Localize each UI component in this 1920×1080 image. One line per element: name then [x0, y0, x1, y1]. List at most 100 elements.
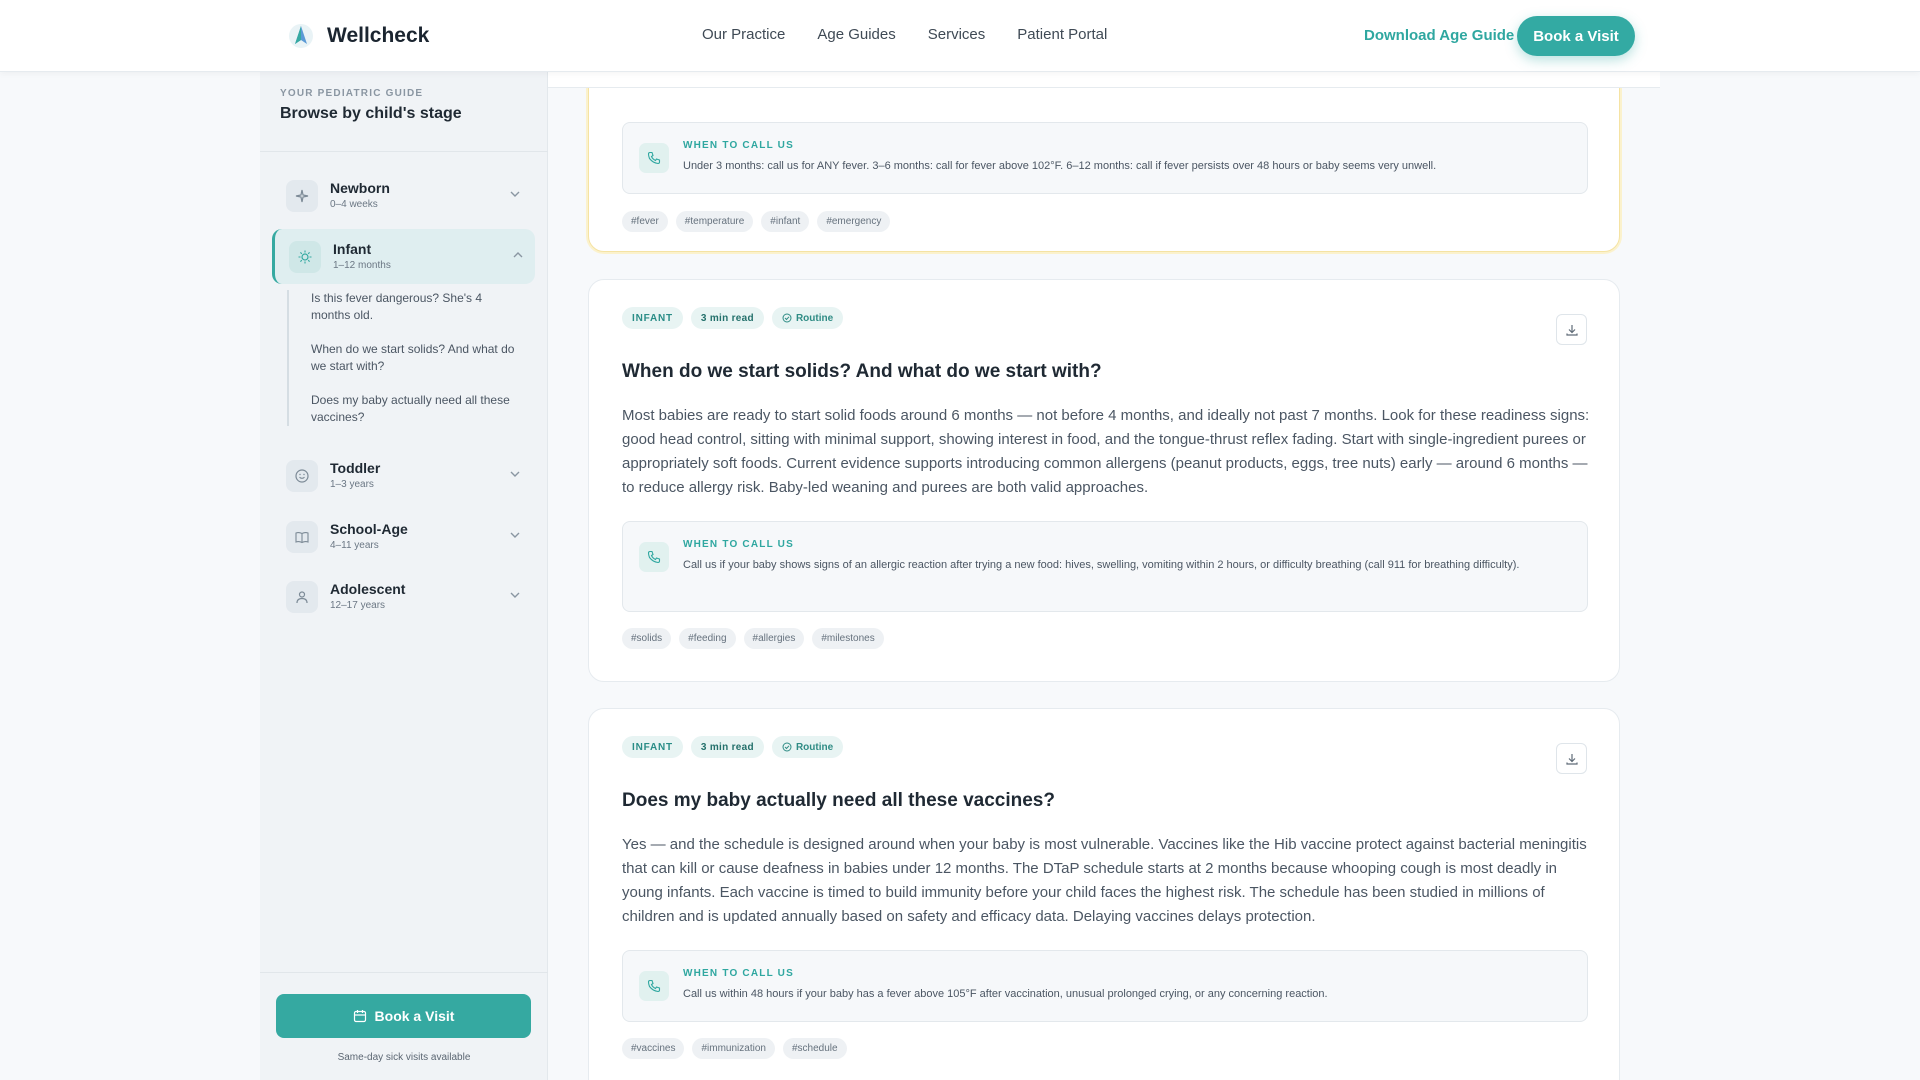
person-icon	[286, 581, 318, 613]
call-text: Call us within 48 hours if your baby has…	[683, 988, 1328, 1000]
logo-icon	[289, 24, 313, 48]
hashtag[interactable]: #temperature	[675, 211, 754, 232]
status-label: Routine	[795, 312, 834, 324]
hashtag[interactable]: #vaccines	[622, 1038, 685, 1059]
call-text: Call us if your baby shows signs of an a…	[683, 559, 1520, 571]
status-badge: Routine	[771, 736, 844, 758]
phone-icon	[639, 143, 669, 173]
check-circle-icon	[782, 742, 792, 752]
chevron-up-icon	[513, 252, 523, 258]
top-navigation-bar: Wellcheck Our Practice Age Guides Servic…	[0, 0, 1920, 72]
stage-name: Adolescent	[330, 581, 406, 597]
faq-card-vaccines: INFANT 3 min read Routine Does my baby a…	[588, 708, 1620, 1080]
chevron-down-icon	[510, 592, 520, 598]
stage-range: 1–3 years	[330, 479, 374, 490]
hashtag[interactable]: #milestones	[812, 628, 884, 649]
question-link-solids[interactable]: When do we start solids? And what do we …	[289, 341, 519, 375]
sparkle-icon	[286, 180, 318, 212]
infant-question-list: Is this fever dangerous? She's 4 months …	[287, 290, 517, 426]
hashtag[interactable]: #emergency	[817, 211, 891, 232]
stage-range: 1–12 months	[333, 260, 391, 271]
faq-card-solids: INFANT 3 min read Routine When do we sta…	[588, 279, 1620, 682]
call-label: WHEN TO CALL US	[683, 539, 794, 550]
phone-icon	[639, 542, 669, 572]
when-to-call-box: WHEN TO CALL US Call us within 48 hours …	[622, 950, 1588, 1022]
card-body: Most babies are ready to start solid foo…	[622, 407, 1590, 496]
stage-badge: INFANT	[622, 736, 683, 758]
nav-services[interactable]: Services	[928, 26, 986, 43]
read-time-badge: 3 min read	[690, 307, 764, 329]
stage-range: 4–11 years	[330, 540, 379, 551]
download-icon	[1565, 324, 1578, 336]
read-time-badge: 3 min read	[690, 736, 764, 758]
stage-range: 12–17 years	[330, 600, 386, 611]
chevron-down-icon	[510, 471, 520, 477]
stage-newborn[interactable]: Newborn 0–4 weeks	[272, 168, 535, 223]
stage-adolescent[interactable]: Adolescent 12–17 years	[272, 569, 535, 624]
check-circle-icon	[782, 313, 792, 323]
when-to-call-box: WHEN TO CALL US Call us if your baby sho…	[622, 521, 1588, 612]
card-title: Does my baby actually need all these vac…	[622, 790, 1055, 811]
download-button[interactable]	[1556, 314, 1587, 345]
stage-name: Toddler	[330, 460, 381, 476]
phone-icon	[639, 971, 669, 1001]
download-button[interactable]	[1556, 743, 1587, 774]
chevron-down-icon	[510, 532, 520, 538]
card-body: Yes — and the schedule is designed aroun…	[622, 836, 1587, 925]
hashtag[interactable]: #fever	[622, 211, 668, 232]
card-meta: INFANT 3 min read Routine	[622, 736, 844, 758]
when-to-call-box: WHEN TO CALL US Under 3 months: call us …	[622, 122, 1588, 194]
hashtag[interactable]: #feeding	[679, 628, 736, 649]
call-label: WHEN TO CALL US	[683, 140, 794, 151]
stage-infant[interactable]: Infant 1–12 months	[272, 229, 535, 284]
hashtag-list: #solids #feeding #allergies #milestones	[622, 628, 884, 649]
stage-name: Newborn	[330, 180, 390, 196]
question-link-vaccines[interactable]: Does my baby actually need all these vac…	[289, 392, 519, 426]
stage-range: 0–4 weeks	[330, 199, 378, 210]
sidebar-eyebrow: YOUR PEDIATRIC GUIDE	[280, 88, 424, 99]
hashtag[interactable]: #immunization	[692, 1038, 775, 1059]
stage-name: Infant	[333, 241, 372, 257]
status-badge: Routine	[771, 307, 844, 329]
stage-name: School-Age	[330, 521, 408, 537]
card-meta: INFANT 3 min read Routine	[622, 307, 844, 329]
stage-badge: INFANT	[622, 307, 683, 329]
sun-icon	[289, 241, 321, 273]
stage-toddler[interactable]: Toddler 1–3 years	[272, 448, 535, 503]
same-day-note: Same-day sick visits available	[337, 1052, 471, 1063]
card-title: When do we start solids? And what do we …	[622, 361, 1102, 382]
sidebar-title: Browse by child's stage	[280, 105, 462, 122]
call-text: Under 3 months: call us for ANY fever. 3…	[683, 160, 1437, 172]
nav-our-practice[interactable]: Our Practice	[702, 26, 785, 43]
calendar-icon	[353, 1010, 366, 1023]
nav-patient-portal[interactable]: Patient Portal	[1017, 26, 1107, 43]
main-nav: Our Practice Age Guides Services Patient…	[702, 26, 1107, 43]
sidebar: YOUR PEDIATRIC GUIDE Browse by child's s…	[260, 72, 548, 1080]
faq-card-fever: WHEN TO CALL US Under 3 months: call us …	[588, 72, 1620, 252]
hashtag-list: #fever #temperature #infant #emergency	[622, 211, 891, 232]
sidebar-book-visit-button[interactable]: Book a Visit	[276, 994, 531, 1038]
sidebar-header: YOUR PEDIATRIC GUIDE Browse by child's s…	[280, 88, 462, 123]
smile-icon	[286, 460, 318, 492]
hashtag-list: #vaccines #immunization #schedule	[622, 1038, 847, 1059]
chevron-down-icon	[510, 191, 520, 197]
book-visit-label: Book a Visit	[374, 1008, 455, 1024]
hashtag[interactable]: #allergies	[743, 628, 805, 649]
book-icon	[286, 521, 318, 553]
question-link-fever[interactable]: Is this fever dangerous? She's 4 months …	[289, 290, 519, 324]
nav-age-guides[interactable]: Age Guides	[817, 26, 895, 43]
book-visit-button[interactable]: Book a Visit	[1517, 16, 1635, 56]
hashtag[interactable]: #infant	[761, 211, 810, 232]
scroll-header-edge	[548, 72, 1660, 88]
brand[interactable]: Wellcheck	[287, 22, 429, 50]
hashtag[interactable]: #solids	[622, 628, 672, 649]
faq-content: WHEN TO CALL US Under 3 months: call us …	[548, 72, 1660, 1080]
divider	[260, 151, 548, 152]
sidebar-footer: Book a Visit Same-day sick visits availa…	[260, 972, 548, 1080]
brand-name: Wellcheck	[327, 24, 430, 47]
stage-school-age[interactable]: School-Age 4–11 years	[272, 509, 535, 564]
hashtag[interactable]: #schedule	[782, 1038, 847, 1059]
download-icon	[1565, 753, 1578, 765]
download-age-guide-link[interactable]: Download Age Guide	[1364, 27, 1514, 44]
call-label: WHEN TO CALL US	[683, 968, 794, 979]
